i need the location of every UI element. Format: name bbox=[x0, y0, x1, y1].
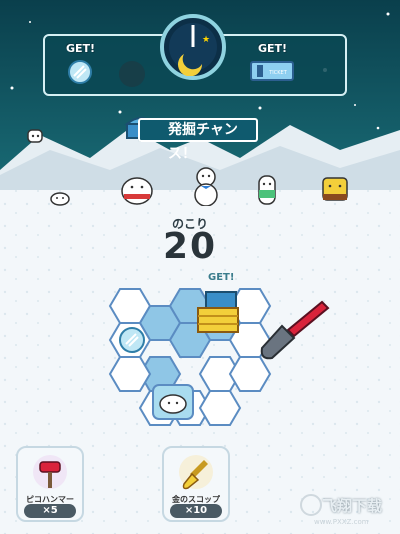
snowman-character bbox=[194, 167, 218, 206]
ticket-text: TICKET bbox=[268, 70, 287, 76]
yellow-bear-character bbox=[322, 177, 348, 201]
ice-orb-icon bbox=[68, 60, 92, 84]
piko-hammer-button[interactable]: ピコハンマー ×5 bbox=[16, 446, 84, 522]
empty-slot-icon bbox=[119, 61, 145, 87]
watermark-logo-icon bbox=[300, 494, 322, 516]
watermark-text: 飞翔下载 bbox=[322, 497, 383, 515]
tool-count: ×5 bbox=[24, 504, 76, 518]
red-hammer-icon bbox=[33, 455, 67, 489]
hex-tile[interactable] bbox=[198, 390, 242, 426]
shovel-cursor-icon[interactable] bbox=[254, 296, 336, 362]
hex-tile[interactable] bbox=[108, 356, 152, 392]
moon-clock-icon: ★ bbox=[169, 23, 217, 76]
remaining-count: 20 bbox=[162, 226, 218, 267]
grid-get-label: GET! bbox=[208, 272, 235, 283]
frozen-cat-icon bbox=[152, 384, 194, 420]
snow-blob-character bbox=[50, 192, 70, 206]
game-screen: GET! GET! TICKET ★ 発掘チャンス！ のこり 20 GET! ピ… bbox=[0, 0, 400, 534]
dig-chance-banner: 発掘チャンス！ bbox=[138, 118, 258, 162]
ice-orb-icon bbox=[119, 327, 145, 353]
get-label-left: GET! bbox=[66, 42, 96, 55]
watermark-url: www.PXXZ.com bbox=[314, 518, 369, 526]
ticket-icon: TICKET bbox=[250, 61, 294, 81]
tool-count: ×10 bbox=[170, 504, 222, 518]
gold-treasure-icon bbox=[197, 291, 239, 333]
gold-shovel-icon bbox=[179, 455, 213, 490]
get-label-right: GET! bbox=[258, 42, 288, 55]
scarf-ghost-character bbox=[121, 177, 153, 205]
mint-character bbox=[258, 175, 276, 205]
gold-shovel-button[interactable]: 金のスコップ ×10 bbox=[162, 446, 230, 522]
hex-tile[interactable] bbox=[228, 356, 272, 392]
svg-text:★: ★ bbox=[202, 35, 210, 45]
moon-cat-icon bbox=[16, 129, 43, 158]
